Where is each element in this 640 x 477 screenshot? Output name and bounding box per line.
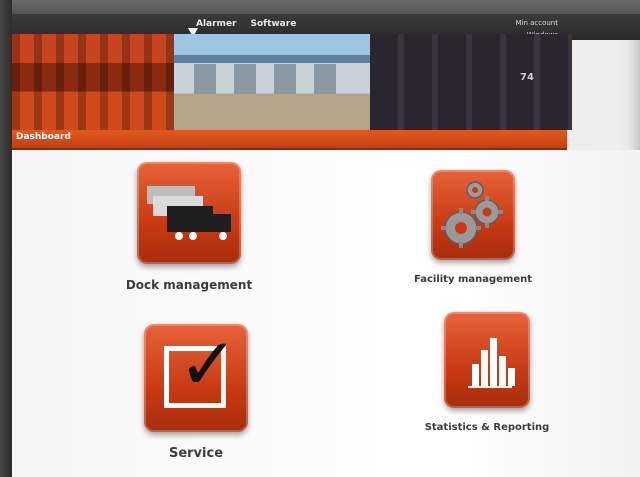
chart-bar [499, 356, 506, 386]
chart-baseline [468, 386, 512, 388]
chart-bar [508, 368, 515, 386]
banner-image-trucks [12, 34, 174, 130]
banner-image-warehouse [174, 34, 370, 130]
checkmark-icon: ✓ [178, 324, 239, 406]
chart-bar [481, 350, 488, 386]
tile-service[interactable]: ✓ Service [116, 324, 276, 461]
gears-icon[interactable] [431, 170, 515, 260]
warehouse-door [274, 64, 296, 94]
banner-image-loading-docks: 74 [370, 34, 572, 130]
truck-wheel [175, 232, 183, 240]
tile-label: Dock management [125, 278, 253, 292]
tile-label: Statistics & Reporting [424, 422, 550, 433]
truck-cab [213, 214, 231, 232]
section-header-bar: Dashboard [12, 130, 567, 150]
gears-graphic [441, 181, 503, 248]
nav-link-alarmer[interactable]: Alarmer [196, 19, 236, 29]
truck-wheel [219, 232, 227, 240]
user-menu-item-account[interactable]: Min account [515, 19, 558, 28]
warehouse-door [194, 64, 216, 94]
tile-dock-management[interactable]: Dock management [104, 162, 274, 292]
nav-link-software[interactable]: Software [250, 19, 296, 29]
tile-facility-management[interactable]: Facility management [398, 170, 548, 285]
tile-statistics-reporting[interactable]: Statistics & Reporting [412, 312, 562, 433]
truck-wheel [189, 232, 197, 240]
tile-label: Facility management [413, 274, 533, 285]
checkbox-icon[interactable]: ✓ [144, 324, 248, 432]
chart-bar [490, 338, 497, 386]
chart-bar [472, 364, 479, 386]
top-nav-links: Alarmer Software [182, 19, 296, 29]
section-title: Dashboard [16, 132, 71, 142]
dock-door-number: 74 [520, 72, 534, 83]
bar-chart-icon[interactable] [444, 312, 530, 408]
truck-trailer-front [167, 206, 213, 232]
monitor-bezel-left [0, 0, 12, 477]
header-banner: 74 [12, 34, 572, 130]
warehouse-door [234, 64, 256, 94]
warehouse-door [314, 64, 336, 94]
truck-icon[interactable] [137, 162, 241, 264]
app-screen: Alarmer Software Min account Windows 74 … [12, 14, 640, 477]
dashboard-content: Dock management Facility management ✓ Se… [12, 150, 640, 477]
tile-label: Service [168, 446, 224, 461]
